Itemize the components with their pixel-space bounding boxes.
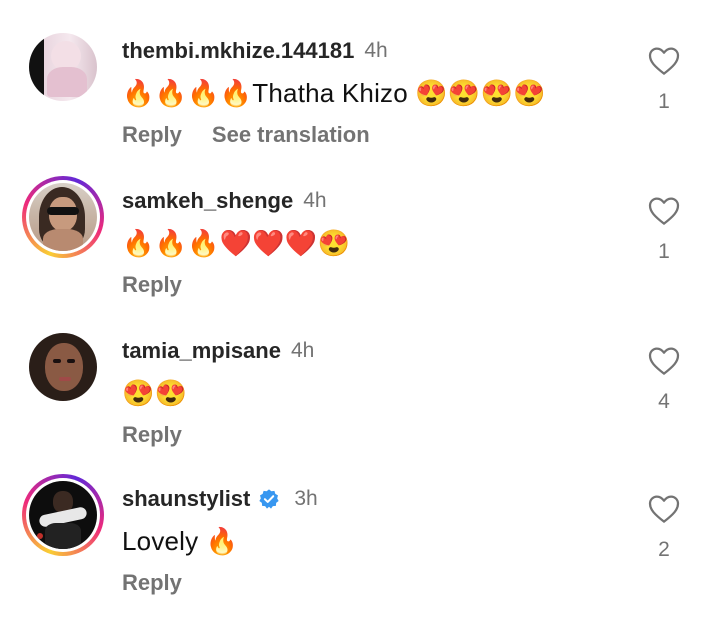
reply-button[interactable]: Reply (122, 122, 182, 148)
comment-username[interactable]: thembi.mkhize.144181 (122, 38, 354, 64)
like-button[interactable]: 1 (646, 196, 682, 264)
like-button[interactable]: 1 (646, 46, 682, 114)
comment-username[interactable]: tamia_mpisane (122, 338, 281, 364)
comment-text: 🔥🔥🔥🔥Thatha Khizo 😍😍😍😍 (122, 78, 546, 108)
comment-text: 😍😍 (122, 378, 188, 408)
like-button[interactable]: 2 (646, 494, 682, 562)
comment-text: 🔥🔥🔥❤️❤️❤️😍 (122, 228, 351, 258)
reply-button[interactable]: Reply (122, 570, 182, 596)
reply-button[interactable]: Reply (122, 422, 182, 448)
verified-badge-icon (259, 489, 279, 509)
like-count: 1 (658, 90, 670, 113)
heart-outline-icon[interactable] (648, 46, 680, 76)
comment-username[interactable]: shaunstylist (122, 486, 250, 512)
comment-item: thembi.mkhize.144181 4h 🔥🔥🔥🔥Thatha Khizo… (0, 26, 720, 176)
like-count: 1 (658, 240, 670, 263)
comment-item: samkeh_shenge 4h 🔥🔥🔥❤️❤️❤️😍 Reply 1 (0, 176, 720, 326)
like-count: 4 (658, 390, 670, 413)
avatar[interactable] (22, 176, 104, 258)
comment-time: 4h (364, 39, 388, 62)
reply-button[interactable]: Reply (122, 272, 182, 298)
see-translation-button[interactable]: See translation (212, 122, 370, 148)
heart-outline-icon[interactable] (648, 196, 680, 226)
comment-text: Lovely 🔥 (122, 526, 239, 556)
comment-username[interactable]: samkeh_shenge (122, 188, 293, 214)
comment-item: tamia_mpisane 4h 😍😍 Reply 4 (0, 326, 720, 476)
heart-outline-icon[interactable] (648, 494, 680, 524)
comment-item: shaunstylist 3h Lovely 🔥 Reply 2 (0, 474, 720, 624)
like-button[interactable]: 4 (646, 346, 682, 414)
comment-time: 4h (290, 339, 315, 362)
avatar[interactable] (22, 26, 104, 108)
comment-time: 4h (303, 189, 327, 212)
avatar[interactable] (22, 474, 104, 556)
like-count: 2 (658, 538, 670, 561)
heart-outline-icon[interactable] (648, 346, 680, 376)
comment-time: 3h (294, 487, 318, 510)
avatar[interactable] (22, 326, 104, 408)
